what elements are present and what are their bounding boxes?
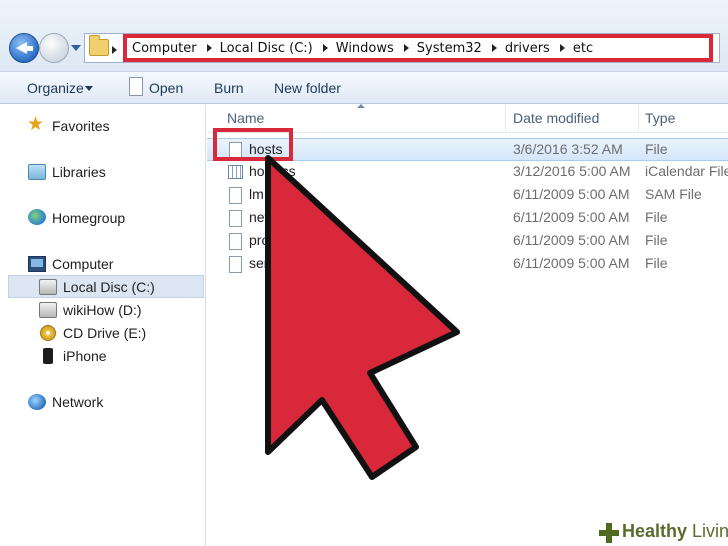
file-date: 6/11/2009 5:00 AM (513, 209, 630, 225)
breadcrumb-separator-icon[interactable] (559, 44, 565, 52)
organize-button[interactable]: Organize (27, 80, 84, 96)
address-toolbar: Computer Local Disc (C:) Windows System3… (0, 0, 728, 72)
calendar-file-icon (228, 165, 243, 179)
address-bar[interactable]: Computer Local Disc (C:) Windows System3… (84, 33, 720, 63)
back-button[interactable] (9, 33, 39, 63)
nav-item-network[interactable]: Network (52, 394, 103, 410)
file-date: 3/6/2016 3:52 AM (513, 141, 623, 157)
breadcrumb-drivers[interactable]: drivers (505, 41, 550, 56)
file-type: File (645, 232, 668, 248)
file-type: File (645, 141, 668, 157)
file-icon (229, 187, 242, 204)
cross-icon (599, 523, 619, 543)
file-type: iCalendar File (645, 163, 728, 179)
file-date: 6/11/2009 5:00 AM (513, 186, 630, 202)
recent-pages-dropdown-icon[interactable] (71, 45, 81, 51)
column-header-type[interactable]: Type (645, 105, 728, 133)
chevron-down-icon[interactable] (85, 86, 93, 91)
drive-icon (39, 302, 57, 318)
navigation-pane: ★ Favorites Libraries Homegroup Computer… (0, 105, 206, 546)
file-name: ho…ics (249, 163, 296, 179)
file-icon (229, 233, 242, 250)
breadcrumb-computer[interactable]: Computer (132, 41, 197, 56)
chevron-right-icon[interactable] (112, 46, 117, 54)
iphone-icon (43, 348, 53, 364)
file-type: File (645, 255, 668, 271)
file-row[interactable]: ser 6/11/2009 5:00 AM File (207, 253, 728, 276)
nav-item-favorites[interactable]: Favorites (52, 118, 110, 134)
file-name: ser (249, 255, 269, 271)
nav-item-iphone[interactable]: iPhone (63, 348, 107, 364)
nav-item-homegroup[interactable]: Homegroup (52, 210, 125, 226)
file-name: pro (249, 232, 270, 248)
file-type: File (645, 209, 668, 225)
file-name: lm…m (249, 186, 290, 202)
file-row[interactable]: pro 6/11/2009 5:00 AM File (207, 230, 728, 253)
file-date: 6/11/2009 5:00 AM (513, 232, 630, 248)
forward-button[interactable] (39, 33, 69, 63)
file-icon (229, 256, 242, 273)
file-row[interactable]: lm…m 6/11/2009 5:00 AM SAM File (207, 184, 728, 207)
watermark-text: Healthy Living (622, 521, 728, 541)
breadcrumb-separator-icon[interactable] (322, 44, 328, 52)
folder-icon (89, 35, 109, 56)
libraries-icon (28, 164, 46, 180)
file-type: SAM File (645, 186, 702, 202)
breadcrumb-system32[interactable]: System32 (417, 41, 482, 56)
file-row[interactable]: ho…ics 3/12/2016 5:00 AM iCalendar File (207, 161, 728, 184)
file-row[interactable]: net 6/11/2009 5:00 AM File (207, 207, 728, 230)
breadcrumb-local-disc[interactable]: Local Disc (C:) (220, 41, 313, 56)
watermark: Healthy Living (595, 519, 728, 546)
breadcrumb: Computer Local Disc (C:) Windows System3… (123, 34, 713, 62)
document-icon (129, 77, 143, 96)
command-bar: Organize Open Burn New folder (0, 72, 728, 104)
column-header-date[interactable]: Date modified (513, 105, 639, 133)
file-name: net (249, 209, 269, 225)
burn-button[interactable]: Burn (214, 80, 244, 96)
computer-icon (28, 256, 46, 272)
open-button[interactable]: Open (149, 80, 183, 96)
homegroup-icon (28, 209, 46, 225)
breadcrumb-separator-icon[interactable] (403, 44, 409, 52)
breadcrumb-windows[interactable]: Windows (336, 41, 394, 56)
nav-item-cd-drive[interactable]: CD Drive (E:) (63, 325, 146, 341)
hosts-highlight-box (213, 128, 293, 161)
network-icon (28, 394, 46, 410)
file-list: Name Date modified Type hosts 3/6/2016 3… (207, 104, 728, 546)
new-folder-button[interactable]: New folder (274, 80, 341, 96)
nav-item-wikihow[interactable]: wikiHow (D:) (63, 302, 142, 318)
nav-item-computer[interactable]: Computer (52, 256, 113, 272)
nav-item-libraries[interactable]: Libraries (52, 164, 106, 180)
breadcrumb-separator-icon[interactable] (491, 44, 497, 52)
breadcrumb-etc[interactable]: etc (573, 41, 593, 56)
cd-drive-icon (40, 325, 56, 341)
file-date: 6/11/2009 5:00 AM (513, 255, 630, 271)
file-date: 3/12/2016 5:00 AM (513, 163, 631, 179)
star-icon: ★ (27, 113, 45, 135)
breadcrumb-separator-icon[interactable] (206, 44, 212, 52)
nav-item-local-disc[interactable]: Local Disc (C:) (63, 279, 155, 295)
file-icon (229, 210, 242, 227)
local-disc-icon (39, 279, 57, 295)
